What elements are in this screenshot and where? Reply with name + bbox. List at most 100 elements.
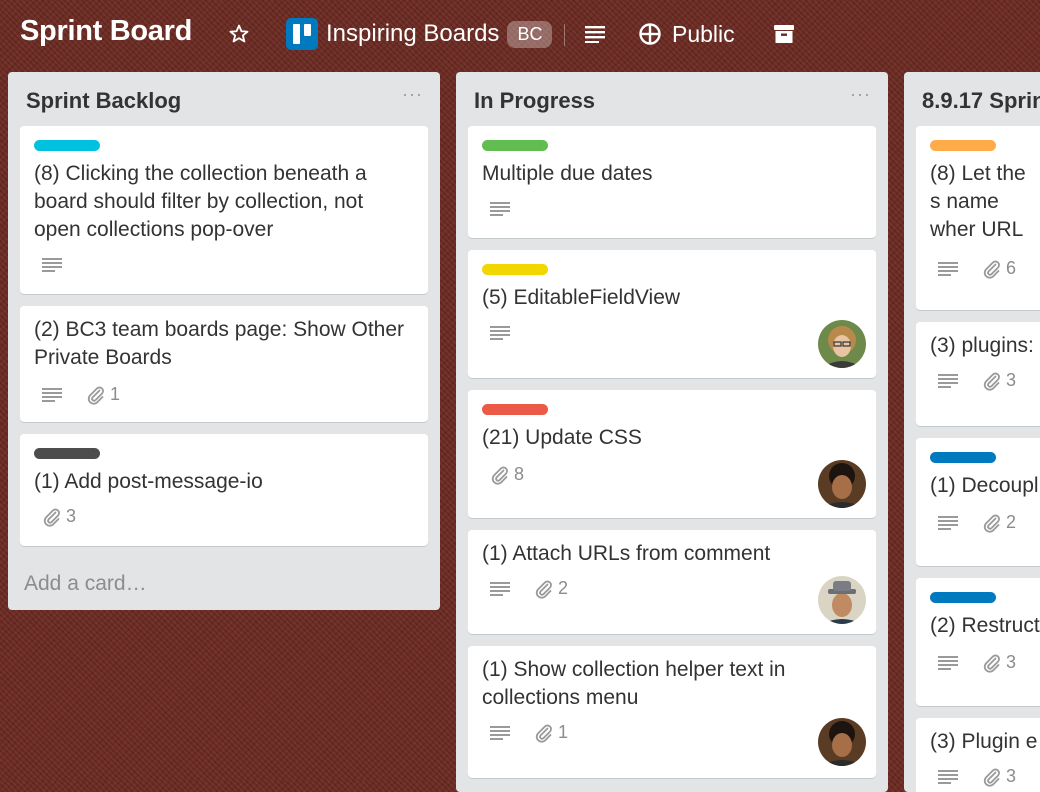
list-sprint-8917: 8.9.17 Sprint (8) Let the s name wher UR… (904, 72, 1040, 792)
card-label (482, 140, 548, 151)
board-header: Sprint Board Inspiring Boards BC Public (0, 0, 1040, 68)
team-button[interactable]: Inspiring Boards BC (286, 16, 553, 52)
description-icon (490, 326, 510, 340)
star-button[interactable] (228, 16, 250, 52)
card[interactable]: (1) Show collection helper text in colle… (468, 646, 876, 778)
card-title: (8) Let the s name wher URL (930, 162, 1026, 241)
attachment-icon (534, 579, 554, 599)
card-label (34, 140, 100, 151)
description-icon (490, 582, 510, 596)
attachment-count: 2 (1006, 512, 1017, 532)
card-title: (5) EditableFieldView (482, 286, 681, 309)
board-title[interactable]: Sprint Board (20, 15, 192, 48)
attachment-badge: 3 (42, 506, 76, 527)
description-icon (42, 388, 62, 402)
card[interactable]: (2) BC3 team boards page: Show Other Pri… (20, 306, 428, 422)
card-badges (490, 326, 534, 340)
attachment-badge: 2 (534, 578, 568, 599)
card-title: (3) plugins: (930, 334, 1034, 357)
card-badges: 3 (42, 506, 76, 527)
list-in-progress: In Progress ··· Multiple due dates (5) E… (456, 72, 888, 792)
attachment-badge: 3 (982, 652, 1016, 673)
list-menu-icon[interactable]: ··· (402, 84, 423, 105)
list-menu-icon[interactable]: ··· (850, 84, 871, 105)
list-title[interactable]: Sprint Backlog (26, 88, 181, 114)
description-icon (42, 258, 62, 272)
description-icon (938, 262, 958, 276)
attachment-count: 3 (1006, 370, 1017, 390)
list-sprint-backlog: Sprint Backlog ··· (8) Clicking the coll… (8, 72, 440, 610)
attachment-icon (982, 767, 1002, 787)
card[interactable]: Multiple due dates (468, 126, 876, 238)
card-title: (21) Update CSS (482, 426, 642, 449)
description-icon (938, 656, 958, 670)
header-divider (564, 24, 565, 46)
attachment-icon (86, 385, 106, 405)
board-menu-button[interactable] (584, 16, 606, 52)
card[interactable]: (8) Let the s name wher URL 6 (916, 126, 1040, 310)
card[interactable]: (5) EditableFieldView (468, 250, 876, 378)
description-icon (938, 374, 958, 388)
attachment-badge: 1 (86, 384, 120, 405)
card[interactable]: (21) Update CSS 8 (468, 390, 876, 518)
card-title: Multiple due dates (482, 162, 653, 185)
attachment-count: 2 (558, 578, 569, 598)
card-badges: 2 (938, 512, 1016, 533)
attachment-icon (534, 723, 554, 743)
card[interactable]: (1) Add post-message-io 3 (20, 434, 428, 546)
attachment-count: 8 (514, 464, 525, 484)
attachment-badge: 3 (982, 370, 1016, 391)
add-card-button[interactable]: Add a card… (24, 572, 147, 596)
member-avatar[interactable] (818, 576, 866, 624)
card-label (482, 264, 548, 275)
description-icon (490, 726, 510, 740)
team-badge: BC (507, 20, 553, 48)
card-title: (2) BC3 team boards page: Show Other Pri… (34, 318, 405, 369)
card-label (930, 592, 996, 603)
card[interactable]: (8) Clicking the collection beneath a bo… (20, 126, 428, 294)
card-badges: 6 (938, 258, 1016, 279)
member-avatar[interactable] (818, 460, 866, 508)
archive-button[interactable] (772, 16, 796, 52)
visibility-button[interactable]: Public (638, 16, 735, 52)
globe-icon (639, 23, 661, 45)
card-label (930, 140, 996, 151)
card-badges: 3 (938, 766, 1016, 787)
card-badges: 3 (938, 370, 1016, 391)
member-avatar[interactable] (818, 320, 866, 368)
card-badges: 3 (938, 652, 1016, 673)
attachment-count: 6 (1006, 258, 1017, 278)
list-title[interactable]: In Progress (474, 88, 595, 114)
attachment-count: 1 (110, 384, 121, 404)
card-badges (42, 258, 86, 272)
card-title: (1) Add post-message-io (34, 470, 263, 493)
card[interactable]: (3) plugins: 3 (916, 322, 1040, 426)
attachment-badge: 6 (982, 258, 1016, 279)
attachment-count: 3 (66, 506, 77, 526)
star-icon (229, 24, 249, 43)
description-icon (938, 770, 958, 784)
card-title: (2) Restruct (930, 614, 1040, 637)
attachment-icon (42, 507, 62, 527)
attachment-count: 1 (558, 722, 569, 742)
description-icon (490, 202, 510, 216)
attachment-icon (982, 259, 1002, 279)
card-title: (8) Clicking the collection beneath a bo… (34, 162, 367, 241)
card-label (930, 452, 996, 463)
list-title[interactable]: 8.9.17 Sprint (922, 88, 1040, 114)
attachment-icon (982, 371, 1002, 391)
card[interactable]: (1) Decoupl 2 (916, 438, 1040, 566)
member-avatar[interactable] (818, 718, 866, 766)
attachment-badge: 2 (982, 512, 1016, 533)
description-icon (938, 516, 958, 530)
card-title: (1) Decoupl (930, 474, 1039, 497)
attachment-badge: 1 (534, 722, 568, 743)
card-title: (1) Show collection helper text in colle… (482, 658, 786, 709)
attachment-count: 3 (1006, 652, 1017, 672)
card[interactable]: (2) Restruct 3 (916, 578, 1040, 706)
card[interactable]: (1) Attach URLs from comment 2 (468, 530, 876, 634)
card[interactable]: (3) Plugin e 3 (916, 718, 1040, 792)
visibility-label: Public (672, 20, 735, 47)
card-badges: 2 (490, 578, 568, 599)
team-name: Inspiring Boards (326, 20, 500, 47)
